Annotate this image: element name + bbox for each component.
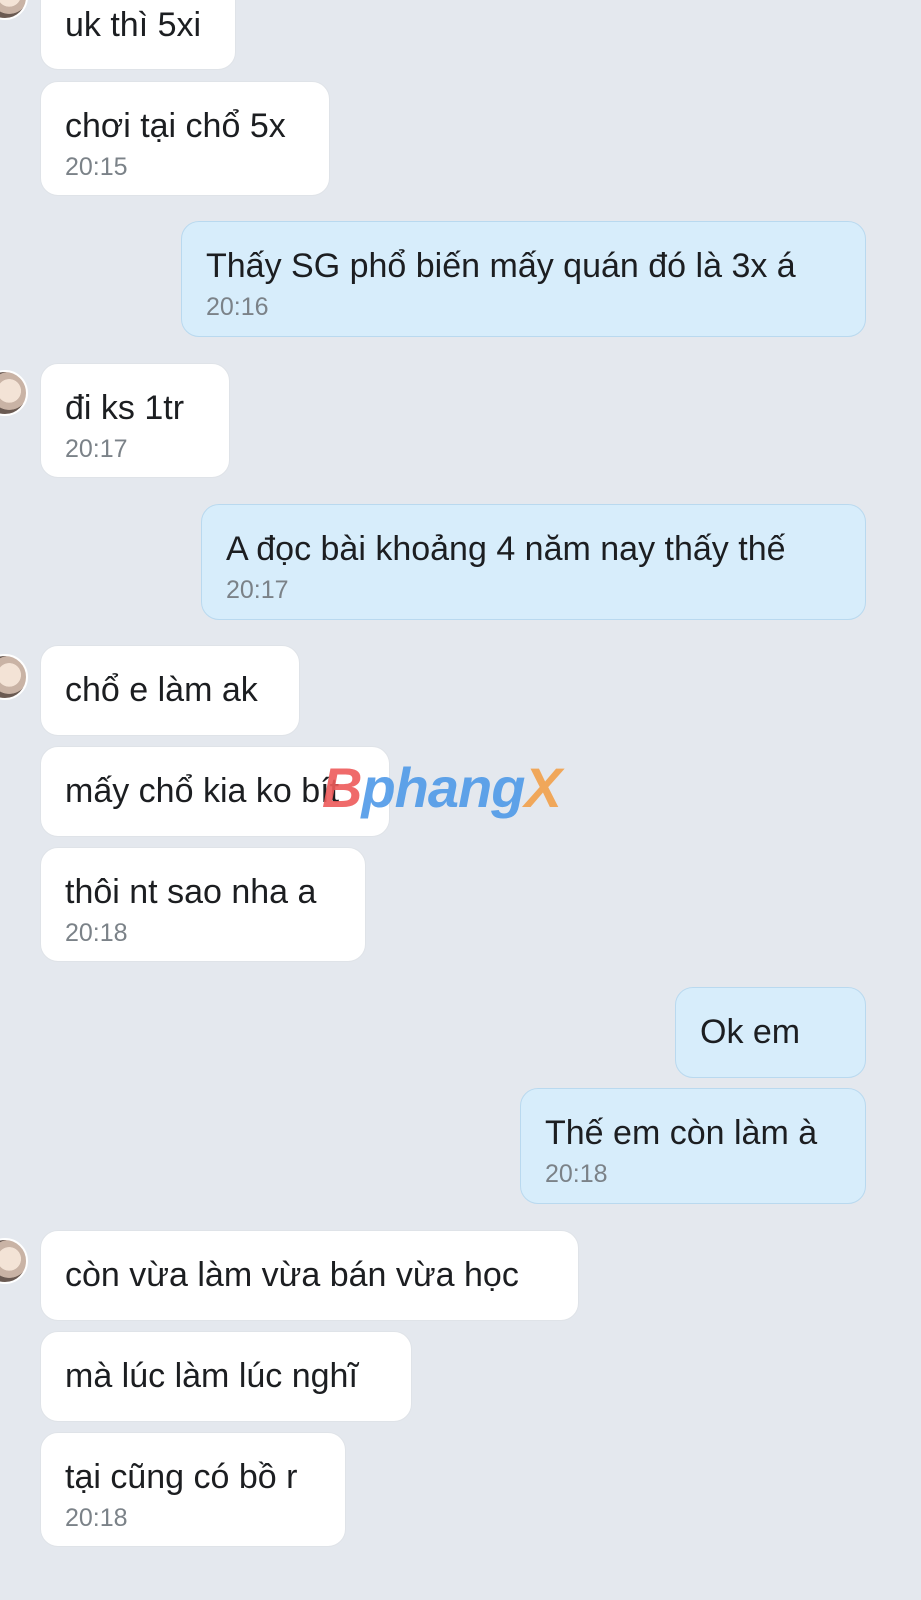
contact-avatar-icon[interactable] <box>0 370 28 416</box>
message-bubble-incoming[interactable]: chơi tại chổ 5x 20:15 <box>40 81 330 196</box>
contact-avatar-icon[interactable] <box>0 0 28 20</box>
message-text: Thấy SG phổ biến mấy quán đó là 3x á <box>206 247 796 285</box>
message-text: mà lúc làm lúc nghĩ <box>65 1357 358 1395</box>
message-text: còn vừa làm vừa bán vừa học <box>65 1256 519 1294</box>
message-text: đi ks 1tr <box>65 389 185 427</box>
message-timestamp: 20:18 <box>545 1160 608 1188</box>
message-timestamp: 20:16 <box>206 293 269 321</box>
message-timestamp: 20:17 <box>65 435 128 463</box>
message-bubble-incoming[interactable]: chổ e làm ak <box>40 645 300 736</box>
message-text: chổ e làm ak <box>65 671 258 709</box>
message-timestamp: 20:15 <box>65 153 128 181</box>
message-bubble-incoming[interactable]: đi ks 1tr 20:17 <box>40 363 230 478</box>
message-bubble-outgoing[interactable]: A đọc bài khoảng 4 năm nay thấy thế 20:1… <box>201 504 866 620</box>
contact-avatar-icon[interactable] <box>0 654 28 700</box>
message-bubble-outgoing[interactable]: Thế em còn làm à 20:18 <box>520 1088 866 1204</box>
message-bubble-incoming[interactable]: tại cũng có bồ r 20:18 <box>40 1432 346 1547</box>
message-timestamp: 20:18 <box>65 919 128 947</box>
message-bubble-incoming[interactable]: thôi nt sao nha a 20:18 <box>40 847 366 962</box>
message-bubble-outgoing[interactable]: Thấy SG phổ biến mấy quán đó là 3x á 20:… <box>181 221 866 337</box>
message-text: chơi tại chổ 5x <box>65 107 286 145</box>
message-text: Thế em còn làm à <box>545 1114 818 1152</box>
message-bubble-outgoing[interactable]: Ok em <box>675 987 866 1078</box>
message-bubble-incoming[interactable]: mấy chổ kia ko bít <box>40 746 390 837</box>
message-bubble-incoming[interactable]: uk thì 5xi <box>40 0 236 70</box>
message-timestamp: 20:18 <box>65 1504 128 1532</box>
message-timestamp: 20:17 <box>226 576 289 604</box>
message-text: uk thì 5xi <box>65 6 202 44</box>
message-bubble-incoming[interactable]: còn vừa làm vừa bán vừa học <box>40 1230 579 1321</box>
message-bubble-incoming[interactable]: mà lúc làm lúc nghĩ <box>40 1331 412 1422</box>
message-text: A đọc bài khoảng 4 năm nay thấy thế <box>226 530 786 568</box>
watermark-suffix: X <box>524 756 561 819</box>
message-text: Ok em <box>700 1013 801 1051</box>
chat-thread[interactable]: uk thì 5xi chơi tại chổ 5x 20:15 Thấy SG… <box>0 0 921 1600</box>
message-text: tại cũng có bồ r <box>65 1458 298 1496</box>
contact-avatar-icon[interactable] <box>0 1238 28 1284</box>
message-text: thôi nt sao nha a <box>65 873 317 911</box>
message-text: mấy chổ kia ko bít <box>65 772 340 810</box>
